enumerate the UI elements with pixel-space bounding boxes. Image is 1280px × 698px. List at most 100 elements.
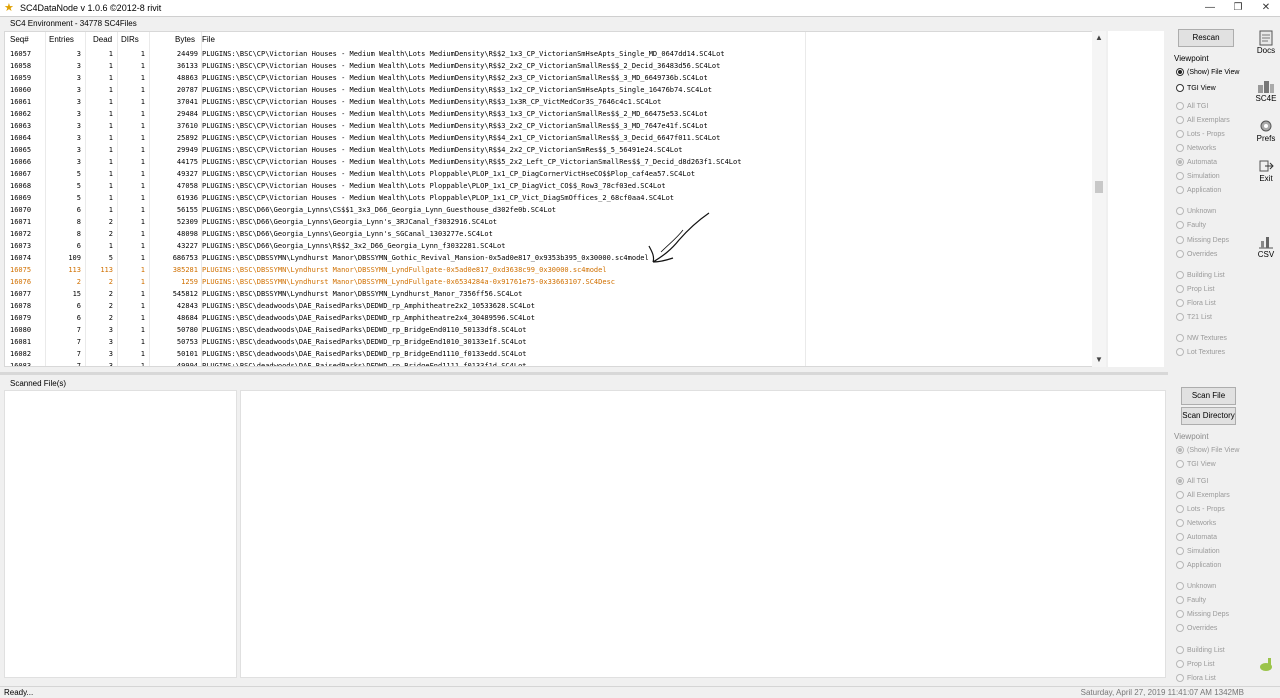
radio-option[interactable]: Flora List	[1176, 298, 1216, 308]
radio-option[interactable]: All TGI	[1176, 101, 1208, 111]
radio-circle-icon[interactable]	[1176, 172, 1184, 180]
radio-option[interactable]: All Exemplars	[1176, 490, 1230, 500]
scroll-up-icon[interactable]: ▲	[1095, 33, 1103, 42]
radio-circle-icon[interactable]	[1176, 610, 1184, 618]
table-row[interactable]: 16069 5 1 1 61936 PLUGINS:\BSC\CP\Victorian H…	[5, 192, 1095, 204]
panel-splitter[interactable]	[0, 372, 1168, 375]
radio-circle-icon[interactable]	[1176, 348, 1184, 356]
column-header-seq[interactable]: Seq#	[10, 32, 29, 48]
table-row[interactable]: 16072 8 2 1 48098 PLUGINS:\BSC\D66\Georgia_Ly…	[5, 228, 1095, 240]
radio-option[interactable]: Unknown	[1176, 581, 1216, 591]
radio-option[interactable]: Networks	[1176, 518, 1216, 528]
sc4e-tool[interactable]: SC4E	[1252, 78, 1280, 103]
prefs-tool[interactable]: Prefs	[1252, 118, 1280, 143]
radio-circle-icon[interactable]	[1176, 130, 1184, 138]
column-header-entries[interactable]: Entries	[49, 32, 74, 48]
table-row[interactable]: 16060 3 1 1 20787 PLUGINS:\BSC\CP\Victorian H…	[5, 84, 1095, 96]
radio-circle-icon[interactable]	[1176, 533, 1184, 541]
radio-option[interactable]: Prop List	[1176, 659, 1215, 669]
scan-file-button[interactable]: Scan File	[1181, 387, 1236, 405]
scanned-files-list[interactable]	[4, 390, 237, 678]
column-header-file[interactable]: File	[202, 32, 215, 48]
radio-circle-icon[interactable]	[1176, 596, 1184, 604]
radio-option[interactable]: Automata	[1176, 532, 1217, 542]
table-row[interactable]: 16057 3 1 1 24499 PLUGINS:\BSC\CP\Victorian H…	[5, 48, 1095, 60]
radio-circle-icon[interactable]	[1176, 102, 1184, 110]
radio-circle-icon[interactable]	[1176, 505, 1184, 513]
radio-circle-icon[interactable]	[1176, 236, 1184, 244]
table-row[interactable]: 16077 15 2 1 545812 PLUGINS:\BSC\DBSSYMN\Lynd…	[5, 288, 1095, 300]
scroll-down-icon[interactable]: ▼	[1095, 355, 1103, 364]
radio-option[interactable]: Simulation	[1176, 546, 1220, 556]
table-row[interactable]: 16071 8 2 1 52309 PLUGINS:\BSC\D66\Georgia_Ly…	[5, 216, 1095, 228]
scanned-file-detail[interactable]	[240, 390, 1166, 678]
radio-circle-icon[interactable]	[1176, 285, 1184, 293]
minimize-icon[interactable]: —	[1196, 0, 1224, 16]
table-row[interactable]: 16066 3 1 1 44175 PLUGINS:\BSC\CP\Victorian H…	[5, 156, 1095, 168]
table-row[interactable]: 16061 3 1 1 37041 PLUGINS:\BSC\CP\Victorian H…	[5, 96, 1095, 108]
radio-circle-icon[interactable]	[1176, 446, 1184, 454]
table-row[interactable]: 16064 3 1 1 25892 PLUGINS:\BSC\CP\Victorian H…	[5, 132, 1095, 144]
radio-circle-icon[interactable]	[1176, 460, 1184, 468]
table-row[interactable]: 16083 7 3 1 49994 PLUGINS:\BSC\deadwoods\DAE_…	[5, 360, 1095, 366]
radio-circle-icon[interactable]	[1176, 207, 1184, 215]
close-icon[interactable]: ✕	[1252, 0, 1280, 16]
radio-option[interactable]: Overrides	[1176, 623, 1217, 633]
table-row[interactable]: 16070 6 1 1 56155 PLUGINS:\BSC\D66\Georgia_Ly…	[5, 204, 1095, 216]
table-row[interactable]: 16079 6 2 1 48684 PLUGINS:\BSC\deadwoods\DAE_…	[5, 312, 1095, 324]
radio-circle-icon[interactable]	[1176, 250, 1184, 258]
radio-circle-icon[interactable]	[1176, 271, 1184, 279]
table-row[interactable]: 16058 3 1 1 36133 PLUGINS:\BSC\CP\Victorian H…	[5, 60, 1095, 72]
column-header-dead[interactable]: Dead	[93, 32, 112, 48]
radio-option[interactable]: Flora List	[1176, 673, 1216, 683]
radio-circle-icon[interactable]	[1176, 221, 1184, 229]
radio-option[interactable]: Application	[1176, 560, 1221, 570]
radio-option[interactable]: Unknown	[1176, 206, 1216, 216]
scroll-thumb[interactable]	[1095, 181, 1103, 193]
restore-icon[interactable]: ❐	[1224, 0, 1252, 16]
table-row[interactable]: 16076 2 2 1 1259 PLUGINS:\BSC\DBSSYMN\Lyndhur…	[5, 276, 1095, 288]
csv-tool[interactable]: CSV	[1252, 234, 1280, 259]
radio-option[interactable]: Overrides	[1176, 249, 1217, 259]
radio-option[interactable]: Lots - Props	[1176, 129, 1225, 139]
radio-circle-icon[interactable]	[1176, 186, 1184, 194]
radio-circle-icon[interactable]	[1176, 660, 1184, 668]
radio-option[interactable]: Simulation	[1176, 171, 1220, 181]
table-row[interactable]: 16065 3 1 1 29949 PLUGINS:\BSC\CP\Victorian H…	[5, 144, 1095, 156]
radio-circle-icon[interactable]	[1176, 144, 1184, 152]
radio-circle-icon[interactable]	[1176, 84, 1184, 92]
radio-option[interactable]: (Show) File View	[1176, 67, 1239, 77]
radio-option[interactable]: All TGI	[1176, 476, 1208, 486]
radio-circle-icon[interactable]	[1176, 313, 1184, 321]
radio-circle-icon[interactable]	[1176, 674, 1184, 682]
table-row[interactable]: 16082 7 3 1 50101 PLUGINS:\BSC\deadwoods\DAE_…	[5, 348, 1095, 360]
column-header-bytes[interactable]: Bytes	[175, 32, 195, 48]
radio-circle-icon[interactable]	[1176, 158, 1184, 166]
radio-circle-icon[interactable]	[1176, 624, 1184, 632]
radio-option[interactable]: All Exemplars	[1176, 115, 1230, 125]
file-list-panel[interactable]: Seq# Entries Dead DIRs Bytes File 16057 3…	[4, 31, 1106, 367]
radio-option[interactable]: Networks	[1176, 143, 1216, 153]
table-row[interactable]: 16080 7 3 1 50780 PLUGINS:\BSC\deadwoods\DAE_…	[5, 324, 1095, 336]
radio-option[interactable]: Faulty	[1176, 595, 1206, 605]
radio-circle-icon[interactable]	[1176, 334, 1184, 342]
radio-circle-icon[interactable]	[1176, 477, 1184, 485]
radio-circle-icon[interactable]	[1176, 491, 1184, 499]
radio-circle-icon[interactable]	[1176, 582, 1184, 590]
radio-circle-icon[interactable]	[1176, 646, 1184, 654]
radio-option[interactable]: Building List	[1176, 270, 1225, 280]
radio-option[interactable]: Missing Deps	[1176, 609, 1229, 619]
radio-option[interactable]: Automata	[1176, 157, 1217, 167]
radio-circle-icon[interactable]	[1176, 116, 1184, 124]
radio-circle-icon[interactable]	[1176, 68, 1184, 76]
table-row[interactable]: 16074 109 5 1 686753 PLUGINS:\BSC\DBSSYMN\Lyn…	[5, 252, 1095, 264]
table-row[interactable]: 16078 6 2 1 42843 PLUGINS:\BSC\deadwoods\DAE_…	[5, 300, 1095, 312]
table-row[interactable]: 16067 5 1 1 49327 PLUGINS:\BSC\CP\Victorian H…	[5, 168, 1095, 180]
radio-option[interactable]: TGI View	[1176, 83, 1216, 93]
exit-tool[interactable]: Exit	[1252, 158, 1280, 183]
radio-option[interactable]: Building List	[1176, 645, 1225, 655]
table-row[interactable]: 16075 113 113 1 385281 PLUGINS:\BSC\DBSSYMN\L…	[5, 264, 1095, 276]
column-header-dirs[interactable]: DIRs	[121, 32, 139, 48]
radio-option[interactable]: Application	[1176, 185, 1221, 195]
radio-circle-icon[interactable]	[1176, 561, 1184, 569]
